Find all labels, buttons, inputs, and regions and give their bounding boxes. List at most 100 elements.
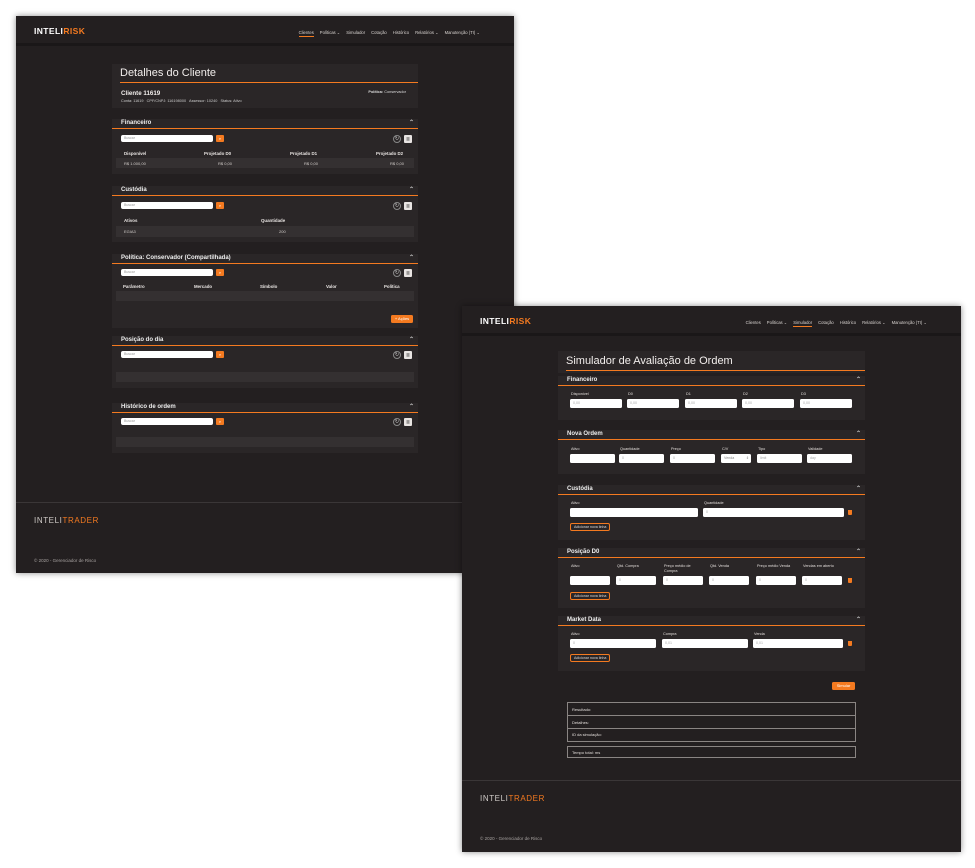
nav-cotacao[interactable]: Cotação <box>818 320 834 327</box>
columns-icon[interactable]: ▥ <box>404 269 412 277</box>
collapse-icon[interactable]: ⌃ <box>409 186 414 194</box>
field-label: Validade <box>808 447 823 451</box>
trash-icon[interactable] <box>848 641 852 646</box>
collapse-icon[interactable]: ⌃ <box>856 376 861 384</box>
financeiro-header[interactable]: Financeiro ⌃ <box>112 119 418 129</box>
search-input[interactable]: Buscar <box>121 418 213 425</box>
nav-clientes[interactable]: Clientes <box>746 320 761 327</box>
ativo-input[interactable] <box>570 454 615 463</box>
preco-venda-input[interactable]: 0 <box>756 576 796 585</box>
field-label: D2 <box>743 392 748 396</box>
historico-header[interactable]: Histórico de ordem ⌃ <box>112 403 418 413</box>
search-input[interactable]: Buscar <box>121 269 213 276</box>
market-compra-input[interactable]: 0,01 <box>662 639 748 648</box>
qtd-compra-input[interactable]: 0 <box>616 576 656 585</box>
add-acoes-button[interactable]: + Ações <box>391 315 413 323</box>
field-label: Quantidade <box>704 501 724 505</box>
collapse-icon[interactable]: ⌃ <box>409 403 414 411</box>
table-row <box>116 372 414 382</box>
field-label: Quantidade <box>620 447 640 451</box>
search-input[interactable]: Buscar <box>121 135 213 142</box>
refresh-icon[interactable]: ↻ <box>393 418 401 426</box>
validade-input[interactable]: day <box>807 454 852 463</box>
nav-politicas[interactable]: Políticas ⌄ <box>767 320 788 327</box>
nav-clientes[interactable]: Clientes <box>298 30 314 37</box>
nav-cotacao[interactable]: Cotação <box>371 30 387 37</box>
nav-manutencao[interactable]: Manutenção (TI) ⌄ <box>892 320 927 327</box>
refresh-icon[interactable]: ↻ <box>393 202 401 210</box>
nav-simulador[interactable]: Simulador <box>346 30 365 37</box>
vendas-aberto-input[interactable]: 0 <box>802 576 842 585</box>
nav-relatorios[interactable]: Relatórios ⌄ <box>415 30 439 37</box>
collapse-icon[interactable]: ⌃ <box>856 430 861 438</box>
market-data-section: Market Data ⌃ Ativo Compra Venda 0 0,01 0… <box>558 616 865 671</box>
tipo-input[interactable]: limit <box>757 454 802 463</box>
search-input[interactable]: Buscar <box>121 351 213 358</box>
add-row-button[interactable]: Adicionar nova linha <box>570 592 611 600</box>
sim-financeiro-header[interactable]: Financeiro ⌃ <box>558 376 865 386</box>
qtd-venda-input[interactable]: 0 <box>709 576 749 585</box>
app-logo[interactable]: INTELIRISK <box>34 26 85 36</box>
posicao-header[interactable]: Posição do dia ⌃ <box>112 336 418 346</box>
custodia-header[interactable]: Custódia ⌃ <box>112 186 418 196</box>
sim-custodia-header[interactable]: Custódia ⌃ <box>558 485 865 495</box>
preco-compra-input[interactable]: 0 <box>663 576 703 585</box>
collapse-icon[interactable]: ⌃ <box>409 254 414 262</box>
search-button[interactable]: ⌕ <box>216 418 224 425</box>
trash-icon[interactable] <box>848 510 852 515</box>
collapse-icon[interactable]: ⌃ <box>856 548 861 556</box>
custodia-ativo-input[interactable] <box>570 508 698 517</box>
page-title: Detalhes do Cliente <box>120 67 418 83</box>
market-venda-input[interactable]: 0,01 <box>753 639 843 648</box>
d0-input[interactable]: 0,00 <box>627 399 679 408</box>
columns-icon[interactable]: ▥ <box>404 351 412 359</box>
search-button[interactable]: ⌕ <box>216 351 224 358</box>
columns-icon[interactable]: ▥ <box>404 202 412 210</box>
columns-icon[interactable]: ▥ <box>404 135 412 143</box>
disponivel-input[interactable]: 0,00 <box>570 399 622 408</box>
collapse-icon[interactable]: ⌃ <box>856 616 861 624</box>
columns-icon[interactable]: ▥ <box>404 418 412 426</box>
custodia-quantidade-input[interactable]: 0 <box>703 508 844 517</box>
nav-historico[interactable]: Histórico <box>393 30 409 37</box>
search-input[interactable]: Buscar <box>121 202 213 209</box>
search-button[interactable]: ⌕ <box>216 202 224 209</box>
app-logo[interactable]: INTELIRISK <box>480 316 531 326</box>
collapse-icon[interactable]: ⌃ <box>409 119 414 127</box>
nav-simulador[interactable]: Simulador <box>793 320 813 327</box>
d1-input[interactable]: 0,00 <box>685 399 737 408</box>
cv-select[interactable]: Venda ⇕ <box>721 454 751 463</box>
collapse-icon[interactable]: ⌃ <box>856 485 861 493</box>
search-button[interactable]: ⌕ <box>216 135 224 142</box>
trash-icon[interactable] <box>848 578 852 583</box>
posicao-section: Posição do dia ⌃ Buscar ⌕ ↻ ▥ <box>112 336 418 388</box>
refresh-icon[interactable]: ↻ <box>393 135 401 143</box>
refresh-icon[interactable]: ↻ <box>393 351 401 359</box>
posicao-ativo-input[interactable] <box>570 576 610 585</box>
politica-header[interactable]: Política: Conservador (Compartilhada) ⌃ <box>112 254 418 264</box>
market-ativo-input[interactable]: 0 <box>570 639 656 648</box>
search-button[interactable]: ⌕ <box>216 269 224 276</box>
preco-input[interactable]: 0 <box>670 454 715 463</box>
nav-historico[interactable]: Histórico <box>840 320 856 327</box>
nav-menu: Clientes Políticas ⌄ Simulador Cotação H… <box>298 30 480 37</box>
table-row <box>116 158 414 168</box>
add-row-button[interactable]: Adicionar nova linha <box>570 523 611 531</box>
posicao-d0-header[interactable]: Posição D0 ⌃ <box>558 548 865 558</box>
nav-manutencao[interactable]: Manutenção (TI) ⌄ <box>445 30 480 37</box>
nav-relatorios[interactable]: Relatórios ⌄ <box>862 320 886 327</box>
d3-input[interactable]: 0,00 <box>800 399 852 408</box>
quantidade-input[interactable]: 0 <box>619 454 664 463</box>
d2-input[interactable]: 0,00 <box>742 399 794 408</box>
logo-text-1: INTELI <box>480 316 510 326</box>
client-meta: Conta: 11619 CPF/CNPJ: 116198000 Assesso… <box>121 99 242 103</box>
refresh-icon[interactable]: ↻ <box>393 269 401 277</box>
simular-button[interactable]: Simular <box>832 682 855 690</box>
nav-politicas[interactable]: Políticas ⌄ <box>320 30 341 37</box>
field-label: Ativo <box>571 447 580 451</box>
nova-ordem-header[interactable]: Nova Ordem ⌃ <box>558 430 865 440</box>
add-row-button[interactable]: Adicionar nova linha <box>570 654 611 662</box>
market-data-header[interactable]: Market Data ⌃ <box>558 616 865 626</box>
collapse-icon[interactable]: ⌃ <box>409 336 414 344</box>
field-label: Ativo <box>571 632 580 636</box>
